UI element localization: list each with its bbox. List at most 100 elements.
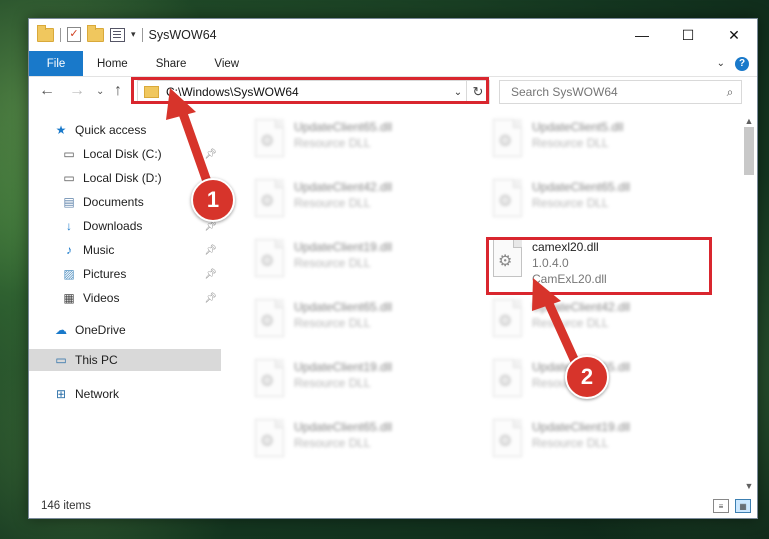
search-box[interactable]: ⌕ <box>499 80 742 104</box>
sidebar-item-label: Network <box>75 387 120 401</box>
drive-icon: ▭ <box>63 171 75 185</box>
properties-check-icon[interactable]: ✓ <box>67 27 81 42</box>
sidebar-item-label: OneDrive <box>75 323 126 337</box>
cloud-icon: ☁ <box>55 323 67 337</box>
sidebar-item-downloads[interactable]: ↓ Downloads 📌︎ <box>29 215 221 237</box>
sidebar-item-label: This PC <box>75 353 118 367</box>
file-description: Resource DLL <box>294 376 371 390</box>
file-description: Resource DLL <box>532 196 609 210</box>
details-view-icon[interactable]: ≡ <box>713 499 729 513</box>
sidebar-item-label: Music <box>83 243 115 257</box>
caption-buttons: — ☐ ✕ <box>619 19 757 51</box>
sidebar-item-network[interactable]: ⊞ Network <box>29 383 221 405</box>
sidebar-item-label: Quick access <box>75 123 147 137</box>
help-icon[interactable]: ? <box>735 56 749 71</box>
documents-icon: ▤ <box>63 195 75 209</box>
pin-icon[interactable]: 📌︎ <box>204 293 217 304</box>
folder-icon[interactable] <box>37 24 54 42</box>
scroll-down-icon[interactable]: ▼ <box>741 478 757 494</box>
file-description: Resource DLL <box>294 256 371 270</box>
sidebar-item-label: Documents <box>83 195 144 209</box>
title-bar: ✓ ▾ SysWOW64 — ☐ ✕ <box>29 19 757 51</box>
file-name: UpdateClient65.dll <box>294 120 393 134</box>
navigation-pane: ★ Quick access ▭ Local Disk (C:) 📌︎ ▭ Lo… <box>29 113 221 494</box>
dll-file-icon: ⚙ <box>252 239 284 277</box>
recent-locations-icon[interactable]: ⌄ <box>96 86 104 97</box>
file-item[interactable]: ⚙ UpdateClient19.dll Resource DLL <box>252 239 482 289</box>
sidebar-item-onedrive[interactable]: ☁ OneDrive <box>29 319 221 341</box>
file-name: UpdateClient65.dll <box>532 180 631 194</box>
file-item[interactable]: ⚙ UpdateClient65.dll Resource DLL <box>252 419 482 469</box>
download-icon: ↓ <box>66 219 72 233</box>
file-description: Resource DLL <box>294 316 371 330</box>
file-item[interactable]: ⚙ UpdateClient19.dll Resource DLL <box>490 419 720 469</box>
sidebar-item-this-pc[interactable]: ▭ This PC <box>29 349 221 371</box>
close-button[interactable]: ✕ <box>711 19 757 51</box>
pictures-icon: ▨ <box>63 267 75 281</box>
file-name: UpdateClient19.dll <box>294 360 393 374</box>
file-name: UpdateClient65.dll <box>294 420 393 434</box>
view-buttons: ≡ ▦ <box>713 499 751 513</box>
search-icon[interactable]: ⌕ <box>719 85 741 100</box>
file-item[interactable]: ⚙ UpdateClient5.dll Resource DLL <box>490 119 720 169</box>
search-input[interactable] <box>509 84 719 100</box>
pin-icon[interactable]: 📌︎ <box>204 149 217 160</box>
star-icon: ★ <box>55 123 67 137</box>
dll-file-icon: ⚙ <box>252 359 284 397</box>
dll-file-icon: ⚙ <box>490 419 522 457</box>
ribbon-tabs: File Home Share View ⌄ ? <box>29 51 757 77</box>
file-description: Resource DLL <box>532 436 609 450</box>
sidebar-item-local-disk-d[interactable]: ▭ Local Disk (D:) <box>29 167 221 189</box>
tab-home[interactable]: Home <box>83 51 142 76</box>
file-description: Resource DLL <box>294 136 371 150</box>
file-item[interactable]: ⚙ UpdateClient19.dll Resource DLL <box>252 359 482 409</box>
tiles-view-icon[interactable]: ▦ <box>735 499 751 513</box>
navigation-bar: ← → ⌄ ↑ C:\Windows\SysWOW64 ⌄ ↻ ⌕ <box>29 77 757 106</box>
network-icon: ⊞ <box>55 387 67 401</box>
forward-arrow-icon[interactable]: → <box>69 82 85 100</box>
pin-icon[interactable]: 📌︎ <box>204 245 217 256</box>
file-item[interactable]: ⚙ UpdateClient65.dll Resource DLL <box>490 179 720 229</box>
file-name: UpdateClient42.dll <box>532 300 631 314</box>
tab-file[interactable]: File <box>29 51 83 76</box>
divider <box>60 27 61 42</box>
dll-file-icon: ⚙ <box>252 299 284 337</box>
pin-icon[interactable]: 📌︎ <box>204 269 217 280</box>
sidebar-item-music[interactable]: ♪ Music 📌︎ <box>29 239 221 261</box>
minimize-button[interactable]: — <box>619 19 665 51</box>
sidebar-item-pictures[interactable]: ▨ Pictures 📌︎ <box>29 263 221 285</box>
dll-file-icon: ⚙ <box>490 119 522 157</box>
new-folder-icon[interactable] <box>87 24 104 42</box>
status-bar: 146 items ≡ ▦ <box>29 494 757 518</box>
divider <box>141 27 143 42</box>
file-item[interactable]: ⚙ UpdateClient65.dll Resource DLL <box>252 119 482 169</box>
computer-icon: ▭ <box>55 353 67 367</box>
tab-share[interactable]: Share <box>142 51 201 76</box>
file-item[interactable]: ⚙ UpdateClient42.dll Resource DLL <box>490 299 720 349</box>
back-arrow-icon[interactable]: ← <box>39 82 55 100</box>
tab-view[interactable]: View <box>200 51 253 76</box>
scroll-thumb[interactable] <box>744 127 754 175</box>
explorer-window: ✓ ▾ SysWOW64 — ☐ ✕ File Home Share View … <box>28 18 758 519</box>
sidebar-item-label: Local Disk (D:) <box>83 171 162 185</box>
sidebar-item-local-disk-c[interactable]: ▭ Local Disk (C:) 📌︎ <box>29 143 221 165</box>
properties-icon[interactable] <box>110 27 125 42</box>
customize-toolbar-icon[interactable]: ▾ <box>131 29 136 40</box>
expand-ribbon-icon[interactable]: ⌄ <box>717 58 725 69</box>
window-title: SysWOW64 <box>148 27 217 42</box>
music-icon: ♪ <box>66 243 72 257</box>
up-arrow-icon[interactable]: ↑ <box>114 82 122 100</box>
sidebar-item-videos[interactable]: ▦ Videos 📌︎ <box>29 287 221 309</box>
file-item[interactable]: ⚙ UpdateClient42.dll Resource DLL <box>252 179 482 229</box>
file-item[interactable]: ⚙ UpdateClient65.dll Resource DLL <box>252 299 482 349</box>
sidebar-item-quick-access[interactable]: ★ Quick access <box>29 119 221 141</box>
step-marker-2: 2 <box>565 355 609 399</box>
ribbon-right: ⌄ ? <box>717 51 757 76</box>
file-description: Resource DLL <box>532 136 609 150</box>
vertical-scrollbar[interactable]: ▲ ▼ <box>741 113 757 494</box>
maximize-button[interactable]: ☐ <box>665 19 711 51</box>
step-marker-1: 1 <box>191 178 235 222</box>
pin-icon[interactable]: 📌︎ <box>204 221 217 232</box>
file-name: UpdateClient19.dll <box>532 420 631 434</box>
drive-icon: ▭ <box>63 147 75 161</box>
